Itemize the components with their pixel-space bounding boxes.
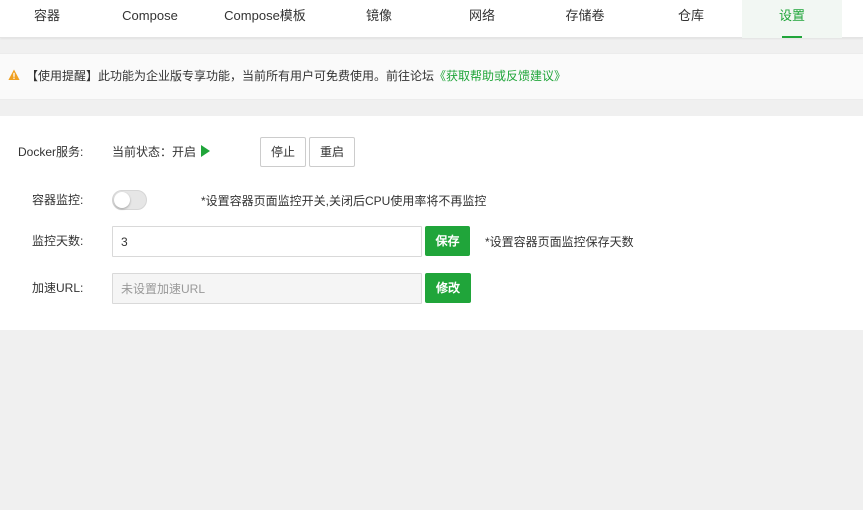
status-value: 开启 bbox=[172, 145, 197, 159]
monitor-days-hint: *设置容器页面监控保存天数 bbox=[485, 235, 634, 249]
status-prefix: 当前状态： bbox=[112, 145, 173, 159]
notice-banner: 【使用提醒】此功能为企业版专享功能，当前所有用户可免费使用。前往论坛《获取帮助或… bbox=[0, 53, 863, 100]
restart-button[interactable]: 重启 bbox=[309, 137, 355, 167]
tab-compose[interactable]: Compose bbox=[94, 0, 206, 38]
modify-button[interactable]: 修改 bbox=[425, 273, 471, 303]
tab-compose-templates[interactable]: Compose模板 bbox=[206, 0, 324, 38]
play-icon bbox=[201, 145, 211, 157]
tab-containers[interactable]: 容器 bbox=[0, 0, 94, 38]
tab-volumes[interactable]: 存储卷 bbox=[530, 0, 640, 38]
save-button[interactable]: 保存 bbox=[425, 226, 470, 256]
accel-url-label: 加速URL: bbox=[32, 281, 84, 295]
docker-service-label: Docker服务: bbox=[18, 145, 84, 159]
settings-panel: Docker服务: 当前状态：开启 停止 重启 容器监控: *设置容器页面监控开… bbox=[0, 116, 863, 330]
tab-bar: 容器 Compose Compose模板 镜像 网络 存储卷 仓库 设置 bbox=[0, 0, 863, 38]
tab-settings[interactable]: 设置 bbox=[742, 0, 842, 38]
monitor-days-label: 监控天数: bbox=[32, 234, 84, 248]
tab-settings-label: 设置 bbox=[778, 8, 805, 23]
container-monitor-label: 容器监控: bbox=[32, 193, 84, 207]
container-monitor-toggle[interactable] bbox=[112, 190, 147, 210]
tab-images[interactable]: 镜像 bbox=[324, 0, 434, 38]
stop-button[interactable]: 停止 bbox=[260, 137, 306, 167]
docker-status: 当前状态：开启 bbox=[112, 144, 211, 160]
forum-help-link[interactable]: 《获取帮助或反馈建议》 bbox=[434, 69, 566, 83]
active-tab-indicator bbox=[782, 36, 802, 38]
notice-text: 【使用提醒】此功能为企业版专享功能，当前所有用户可免费使用。前往论坛 bbox=[26, 69, 435, 83]
warning-icon bbox=[8, 69, 20, 80]
monitor-days-input[interactable] bbox=[112, 226, 422, 257]
tab-registry[interactable]: 仓库 bbox=[640, 0, 742, 38]
accel-url-input[interactable] bbox=[112, 273, 422, 304]
toggle-knob bbox=[114, 192, 130, 208]
monitor-hint: *设置容器页面监控开关,关闭后CPU使用率将不再监控 bbox=[201, 194, 487, 208]
tab-networks[interactable]: 网络 bbox=[434, 0, 530, 38]
